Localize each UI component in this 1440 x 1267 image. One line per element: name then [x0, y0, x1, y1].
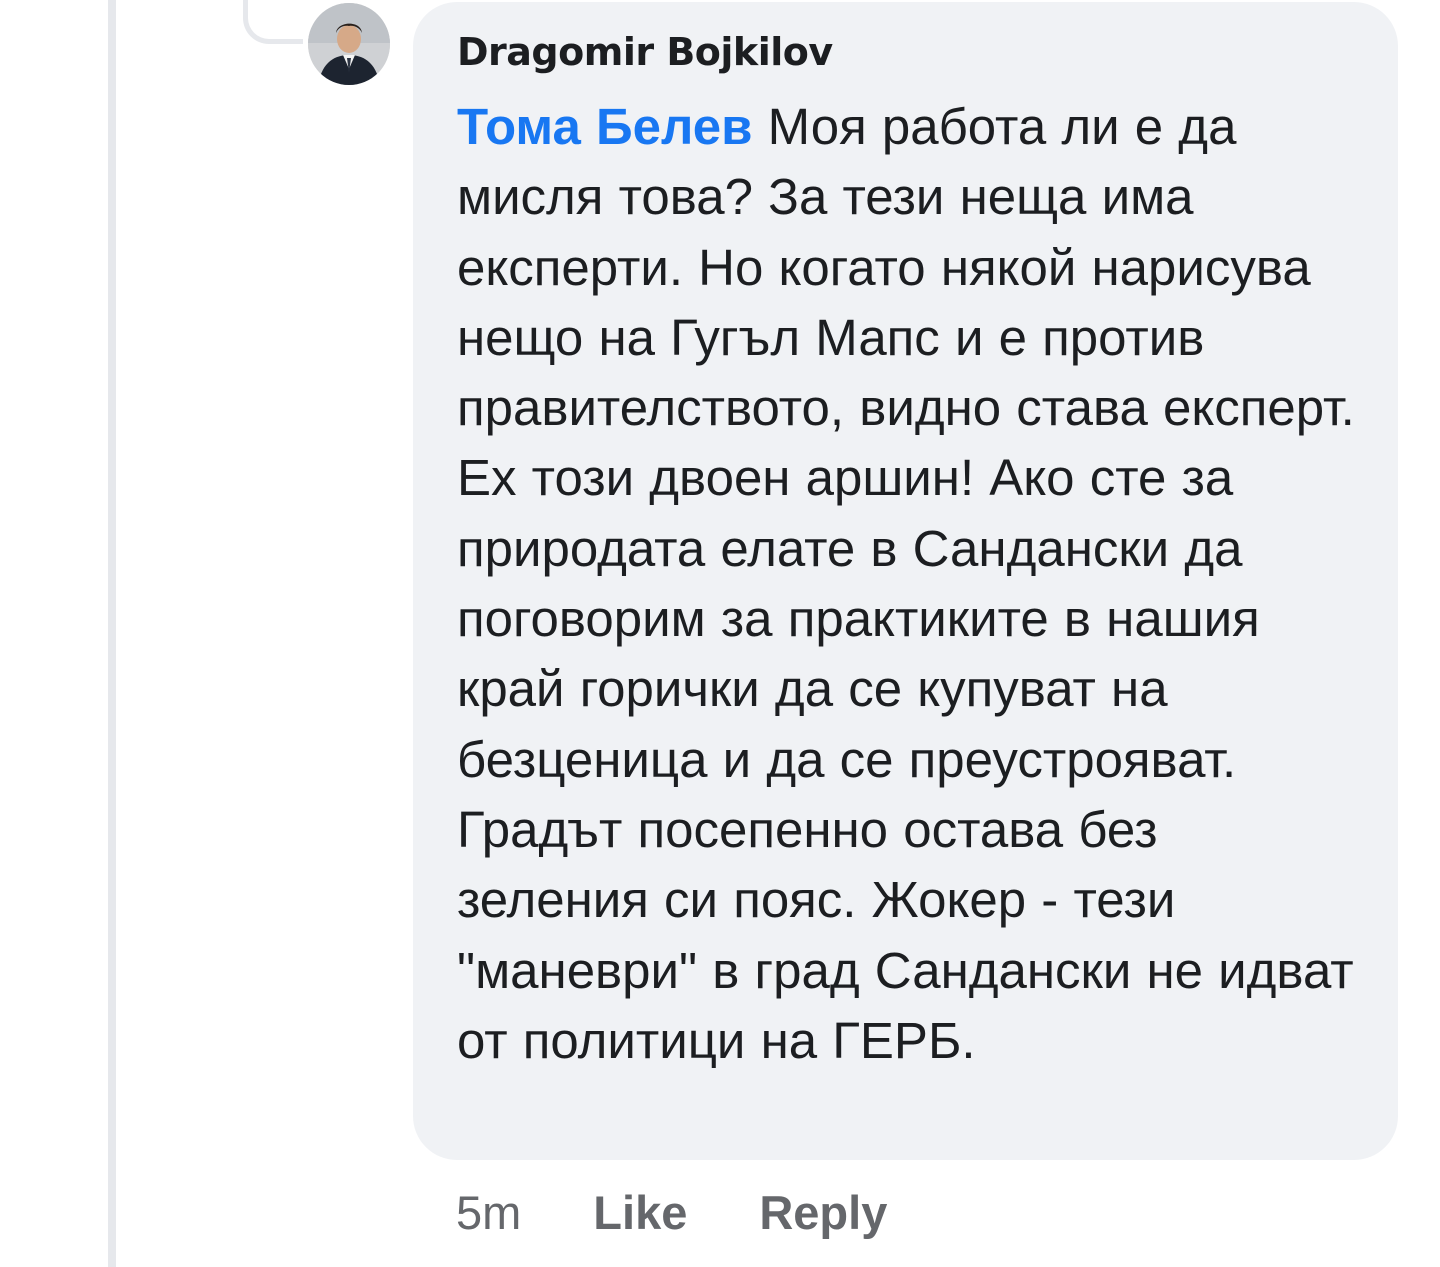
comment-author-name[interactable]: Dragomir Bojkilov [457, 26, 1358, 78]
comment-actions: 5m Like Reply [456, 1180, 887, 1244]
comment-body: Тома Белев Моя работа ли е да мисля това… [457, 92, 1357, 1076]
comment-timestamp[interactable]: 5m [456, 1185, 521, 1240]
reply-button[interactable]: Reply [759, 1185, 887, 1240]
avatar[interactable] [308, 3, 390, 85]
comment-bubble: Dragomir Bojkilov Тома Белев Моя работа … [413, 2, 1398, 1160]
thread-line [108, 0, 116, 1267]
comment-text: Моя работа ли е да мисля това? За тези н… [457, 98, 1355, 1069]
mention-link[interactable]: Тома Белев [457, 98, 752, 155]
avatar-photo-icon [308, 3, 390, 85]
like-button[interactable]: Like [593, 1185, 687, 1240]
reply-connector-line [243, 0, 303, 44]
